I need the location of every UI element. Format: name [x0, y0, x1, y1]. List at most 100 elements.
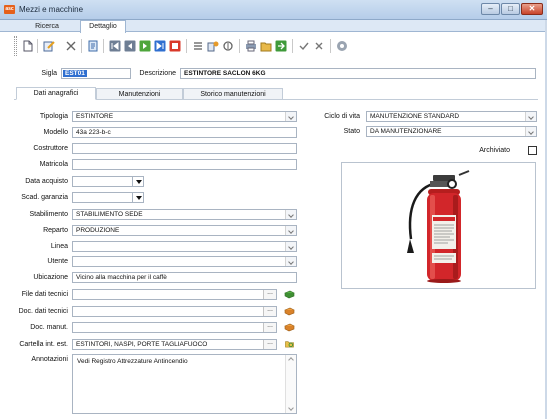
file-dati-tecnici-label: File dati tecnici: [21, 291, 68, 298]
annotazioni-textarea[interactable]: Vedi Registro Attrezzature Antincendio: [72, 354, 297, 414]
fire-extinguisher-photo: [407, 170, 470, 283]
data-acquisto-picker[interactable]: [72, 176, 144, 187]
archiviato-checkbox[interactable]: [528, 146, 537, 155]
save-edit-icon[interactable]: [43, 40, 55, 52]
sigla-field[interactable]: EST01: [61, 68, 131, 79]
matricola-field[interactable]: [72, 159, 297, 170]
tipologia-label: Tipologia: [39, 113, 68, 120]
list-icon[interactable]: [192, 40, 204, 52]
reparto-select[interactable]: PRODUZIONE: [72, 225, 297, 236]
attach-icon[interactable]: [222, 40, 234, 52]
tipologia-select[interactable]: ESTINTORE: [72, 111, 297, 122]
chevron-down-icon[interactable]: [285, 210, 296, 219]
cartella-int-est-value: ESTINTORI, NASPI, PORTE TAGLIAFUOCO: [76, 341, 208, 348]
descrizione-label: Descrizione: [139, 70, 176, 77]
doc-manut-label: Doc. manut.: [30, 324, 68, 331]
folder-refresh-icon[interactable]: [284, 339, 295, 348]
toolbar-separator: [292, 39, 293, 53]
toolbar-separator: [103, 39, 104, 53]
toolbar-separator: [239, 39, 240, 53]
browse-button[interactable]: ...: [263, 290, 276, 299]
toolbar-separator: [330, 39, 331, 53]
modello-label: Modello: [43, 129, 68, 136]
calendar-dropdown-icon[interactable]: [132, 193, 143, 202]
chevron-down-icon[interactable]: [525, 112, 536, 121]
window-title: Mezzi e macchine: [19, 5, 84, 14]
matricola-label: Matricola: [39, 161, 68, 168]
reparto-label: Reparto: [43, 227, 68, 234]
toolbar-separator: [186, 39, 187, 53]
first-icon[interactable]: [109, 40, 121, 52]
chevron-down-icon[interactable]: [285, 226, 296, 235]
tab-dettaglio[interactable]: Dettaglio: [80, 20, 126, 33]
annotazioni-scrollbar[interactable]: [285, 355, 296, 413]
tab-manutenzioni[interactable]: Manutenzioni: [96, 88, 183, 100]
orange-book-icon[interactable]: [284, 323, 295, 332]
data-acquisto-label: Data acquisto: [25, 178, 68, 185]
chevron-down-icon[interactable]: [285, 242, 296, 251]
scad-garanzia-picker[interactable]: [72, 192, 144, 203]
chevron-down-icon[interactable]: [285, 257, 296, 266]
scad-garanzia-label: Scad. garanzia: [21, 194, 68, 201]
calendar-dropdown-icon[interactable]: [132, 177, 143, 186]
sigla-label: Sigla: [41, 70, 57, 77]
cartella-int-est-label: Cartella int. est.: [19, 341, 68, 348]
close-button[interactable]: ✕: [521, 3, 543, 15]
tab-dati-anagrafici[interactable]: Dati anagrafici: [16, 87, 96, 100]
close-icon: ✕: [528, 4, 536, 13]
utente-select[interactable]: [72, 256, 297, 267]
stabilimento-select[interactable]: STABILIMENTO SEDE: [72, 209, 297, 220]
cartella-int-est-field[interactable]: ESTINTORI, NASPI, PORTE TAGLIAFUOCO...: [72, 339, 277, 350]
ciclo-di-vita-value: MANUTENZIONE STANDARD: [370, 113, 460, 120]
tab-ricerca[interactable]: Ricerca: [27, 21, 67, 32]
toolbar: [0, 33, 547, 59]
file-dati-tecnici-field[interactable]: ...: [72, 289, 277, 300]
maximize-button[interactable]: □: [501, 3, 520, 15]
browse-button[interactable]: ...: [263, 340, 276, 349]
minimize-button[interactable]: –: [481, 3, 500, 15]
ubicazione-label: Ubicazione: [33, 274, 68, 281]
green-book-icon[interactable]: [284, 290, 295, 299]
scroll-down-icon[interactable]: [288, 405, 294, 411]
costruttore-field[interactable]: [72, 143, 297, 154]
stabilimento-value: STABILIMENTO SEDE: [76, 211, 143, 218]
report-icon[interactable]: [207, 40, 219, 52]
doc-dati-tecnici-field[interactable]: ...: [72, 306, 277, 317]
tab-storico-manutenzioni[interactable]: Storico manutenzioni: [183, 88, 283, 100]
undo-icon[interactable]: [313, 40, 325, 52]
export-icon[interactable]: [275, 40, 287, 52]
chevron-down-icon[interactable]: [525, 127, 536, 136]
cancel-red-icon[interactable]: [169, 40, 181, 52]
stato-select[interactable]: DA MANUTENZIONARE: [366, 126, 537, 137]
toolbar-separator: [81, 39, 82, 53]
delete-icon[interactable]: [65, 40, 77, 52]
doc-manut-field[interactable]: ...: [72, 322, 277, 333]
ciclo-di-vita-select[interactable]: MANUTENZIONE STANDARD: [366, 111, 537, 122]
stato-value: DA MANUTENZIONARE: [370, 128, 442, 135]
minimize-icon: –: [488, 4, 493, 13]
ubicazione-field[interactable]: Vicino alla macchina per il caffè: [72, 272, 297, 283]
browse-button[interactable]: ...: [263, 307, 276, 316]
orange-book-icon[interactable]: [284, 307, 295, 316]
folder-icon[interactable]: [260, 40, 272, 52]
next-icon[interactable]: [139, 40, 151, 52]
confirm-icon[interactable]: [298, 40, 310, 52]
new-icon[interactable]: [22, 40, 34, 52]
archiviato-label: Archiviato: [479, 147, 510, 154]
print-icon[interactable]: [245, 40, 257, 52]
last-icon[interactable]: [154, 40, 166, 52]
prev-icon[interactable]: [124, 40, 136, 52]
doc-dati-tecnici-label: Doc. dati tecnici: [18, 308, 68, 315]
browse-button[interactable]: ...: [263, 323, 276, 332]
modello-field[interactable]: 43a 223-b-c: [72, 127, 297, 138]
scroll-up-icon[interactable]: [288, 357, 294, 363]
descrizione-field[interactable]: ESTINTORE SACLON 6KG: [180, 68, 536, 79]
document-icon[interactable]: [87, 40, 99, 52]
chevron-down-icon[interactable]: [285, 112, 296, 121]
annotazioni-label: Annotazioni: [31, 356, 68, 363]
linea-select[interactable]: [72, 241, 297, 252]
toolbar-grip: [14, 36, 17, 56]
help-icon[interactable]: [336, 40, 348, 52]
image-panel: [341, 162, 536, 289]
toolbar-separator: [37, 39, 38, 53]
